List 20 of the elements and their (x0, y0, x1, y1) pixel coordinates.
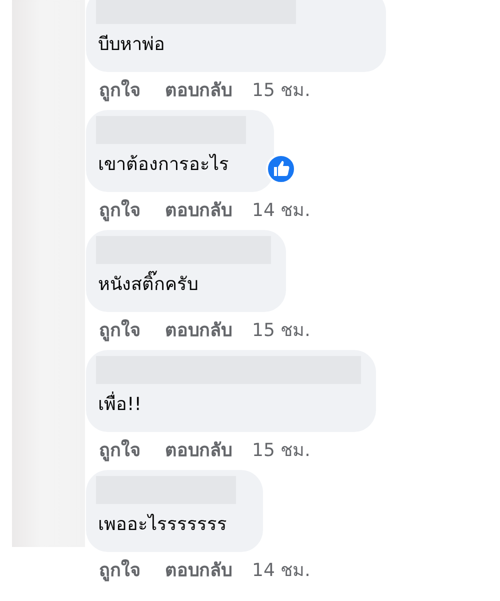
reply-link[interactable]: ตอบกลับ (165, 194, 232, 224)
comment-text: เขาต้องการอะไร (98, 152, 230, 177)
like-link[interactable]: ถูกใจ (99, 74, 141, 104)
reply-link[interactable]: ตอบกลับ (165, 434, 232, 464)
comment-time[interactable]: 14 ชม. (252, 554, 310, 584)
like-link[interactable]: ถูกใจ (99, 554, 141, 584)
like-link[interactable]: ถูกใจ (99, 314, 141, 344)
like-link[interactable]: ถูกใจ (99, 434, 141, 464)
reply-link[interactable]: ตอบกลับ (165, 314, 232, 344)
like-link[interactable]: ถูกใจ (99, 194, 141, 224)
comment-text: บีบหาพ่อ (98, 33, 166, 57)
comment-text: หนังสติ๊กครับ (98, 272, 274, 298)
comment-text: เพื่อ!! (98, 392, 364, 418)
comment-time[interactable]: 15 ชม. (252, 434, 310, 464)
reply-link[interactable]: ตอบกลับ (165, 74, 232, 104)
reply-link[interactable]: ตอบกลับ (165, 554, 232, 584)
comment-text: เพออะไรรรรรรร (98, 512, 228, 537)
comment-time[interactable]: 14 ชม. (252, 194, 310, 224)
comment-time[interactable]: 15 ชม. (252, 74, 310, 104)
comment-time[interactable]: 15 ชม. (252, 314, 310, 344)
